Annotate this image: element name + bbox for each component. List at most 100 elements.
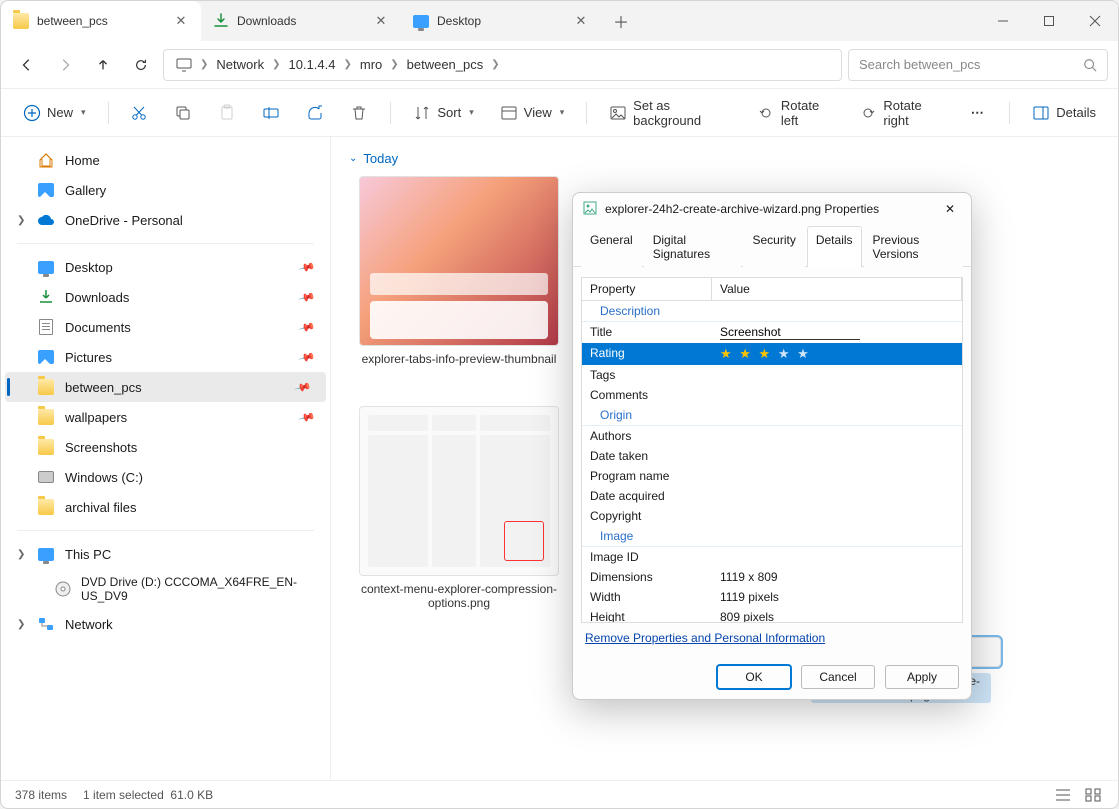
details-pane-button[interactable]: Details (1022, 98, 1106, 128)
details-view-toggle[interactable] (1052, 786, 1074, 804)
minimize-button[interactable] (980, 1, 1026, 41)
nav-wallpapers[interactable]: wallpapers📌 (1, 402, 330, 432)
nav-desktop[interactable]: Desktop📌 (1, 252, 330, 282)
paste-button[interactable] (208, 98, 246, 128)
close-icon[interactable]: ✕ (173, 13, 189, 29)
crumb-between[interactable]: between_pcs (403, 57, 488, 72)
nav-screenshots[interactable]: Screenshots (1, 432, 330, 462)
nav-pane: Home Gallery ❯OneDrive - Personal Deskto… (1, 137, 331, 780)
search-input[interactable]: Search between_pcs (848, 49, 1108, 81)
file-item[interactable]: context-menu-explorer-compression-option… (349, 406, 569, 610)
maximize-button[interactable] (1026, 1, 1072, 41)
chevron-down-icon: ▾ (469, 107, 474, 118)
prop-height[interactable]: Height809 pixels (582, 607, 962, 623)
tab-downloads[interactable]: Downloads ✕ (201, 1, 401, 41)
more-button[interactable]: ⋯ (959, 98, 997, 128)
nav-network[interactable]: ❯Network (1, 609, 330, 639)
prop-title[interactable]: Title (582, 322, 962, 343)
prop-width[interactable]: Width1119 pixels (582, 587, 962, 607)
properties-header: Property Value (582, 278, 962, 301)
network-icon (37, 615, 55, 633)
crumb-ip[interactable]: 10.1.4.4 (284, 57, 339, 72)
chevron-right-icon[interactable]: ❯ (17, 215, 25, 226)
breadcrumb[interactable]: ❯ Network ❯ 10.1.4.4 ❯ mro ❯ between_pcs… (163, 49, 842, 81)
new-button[interactable]: New▾ (13, 98, 96, 128)
rating-stars[interactable]: ★ ★ ★ ★ ★ (720, 346, 811, 361)
prop-date-acquired[interactable]: Date acquired (582, 486, 962, 506)
tab-previous-versions[interactable]: Previous Versions (864, 226, 963, 267)
forward-button[interactable] (49, 49, 81, 81)
thumbnails-view-toggle[interactable] (1082, 786, 1104, 804)
nav-between-pcs[interactable]: between_pcs📌 (5, 372, 326, 402)
remove-properties-link[interactable]: Remove Properties and Personal Informati… (581, 623, 963, 649)
folder-icon (13, 13, 29, 29)
cancel-button[interactable]: Cancel (801, 665, 875, 689)
close-icon[interactable]: ✕ (373, 13, 389, 29)
sort-button[interactable]: Sort▾ (403, 98, 483, 128)
view-button[interactable]: View▾ (490, 98, 574, 128)
nav-pictures[interactable]: Pictures📌 (1, 342, 330, 372)
title-input[interactable] (720, 325, 860, 340)
tab-security[interactable]: Security (743, 226, 804, 267)
pin-icon: 📌 (294, 378, 312, 396)
window-close-button[interactable] (1072, 1, 1118, 41)
set-background-button[interactable]: Set as background (599, 92, 741, 134)
section-image: Image (582, 526, 962, 547)
rotate-left-button[interactable]: Rotate left (747, 92, 844, 134)
nav-gallery[interactable]: Gallery (1, 175, 330, 205)
prop-dimensions[interactable]: Dimensions1119 x 809 (582, 567, 962, 587)
apply-button[interactable]: Apply (885, 665, 959, 689)
dialog-title: explorer-24h2-create-archive-wizard.png … (605, 202, 879, 216)
crumb-network[interactable]: Network (212, 57, 268, 72)
chevron-down-icon: ▾ (81, 107, 86, 118)
plus-circle-icon (23, 104, 41, 122)
prop-comments[interactable]: Comments (582, 385, 962, 405)
tab-desktop[interactable]: Desktop ✕ (401, 1, 601, 41)
tab-title: between_pcs (37, 14, 165, 28)
chevron-right-icon[interactable]: ❯ (17, 549, 25, 560)
cut-button[interactable] (120, 98, 158, 128)
tab-details[interactable]: Details (807, 226, 862, 267)
tab-signatures[interactable]: Digital Signatures (644, 226, 742, 267)
back-button[interactable] (11, 49, 43, 81)
tab-general[interactable]: General (581, 226, 642, 267)
nav-home[interactable]: Home (1, 145, 330, 175)
prop-image-id[interactable]: Image ID (582, 547, 962, 567)
prop-tags[interactable]: Tags (582, 365, 962, 385)
chevron-right-icon[interactable]: ❯ (17, 619, 25, 630)
nav-downloads[interactable]: Downloads📌 (1, 282, 330, 312)
close-icon[interactable]: ✕ (939, 198, 961, 220)
share-button[interactable] (296, 98, 334, 128)
nav-windows-c[interactable]: Windows (C:) (1, 462, 330, 492)
folder-icon (37, 498, 55, 516)
properties-dialog: explorer-24h2-create-archive-wizard.png … (572, 192, 972, 700)
dialog-titlebar[interactable]: explorer-24h2-create-archive-wizard.png … (573, 193, 971, 225)
refresh-button[interactable] (125, 49, 157, 81)
tab-between-pcs[interactable]: between_pcs ✕ (1, 1, 201, 41)
copy-button[interactable] (164, 98, 202, 128)
tab-add-button[interactable]: ＋ (601, 1, 641, 41)
chevron-right-icon: ❯ (491, 59, 499, 70)
ok-button[interactable]: OK (717, 665, 791, 689)
up-button[interactable] (87, 49, 119, 81)
chevron-down-icon: ⌄ (349, 153, 357, 164)
crumb-mro[interactable]: mro (356, 57, 386, 72)
prop-authors[interactable]: Authors (582, 426, 962, 446)
close-icon[interactable]: ✕ (573, 13, 589, 29)
nav-dvd[interactable]: DVD Drive (D:) CCCOMA_X64FRE_EN-US_DV9 (1, 569, 330, 609)
nav-documents[interactable]: Documents📌 (1, 312, 330, 342)
prop-date-taken[interactable]: Date taken (582, 446, 962, 466)
group-today[interactable]: ⌄Today (349, 151, 1100, 166)
rotate-right-button[interactable]: Rotate right (849, 92, 953, 134)
rename-button[interactable] (252, 98, 290, 128)
prop-copyright[interactable]: Copyright (582, 506, 962, 526)
file-item[interactable]: explorer-tabs-info-preview-thumbnail (349, 176, 569, 366)
prop-rating[interactable]: Rating★ ★ ★ ★ ★ (582, 343, 962, 365)
nav-archival[interactable]: archival files (1, 492, 330, 522)
prop-program-name[interactable]: Program name (582, 466, 962, 486)
properties-list[interactable]: Property Value Description Title Rating★… (581, 277, 963, 623)
delete-button[interactable] (340, 98, 378, 128)
nav-this-pc[interactable]: ❯This PC (1, 539, 330, 569)
nav-onedrive[interactable]: ❯OneDrive - Personal (1, 205, 330, 235)
download-icon (37, 288, 55, 306)
